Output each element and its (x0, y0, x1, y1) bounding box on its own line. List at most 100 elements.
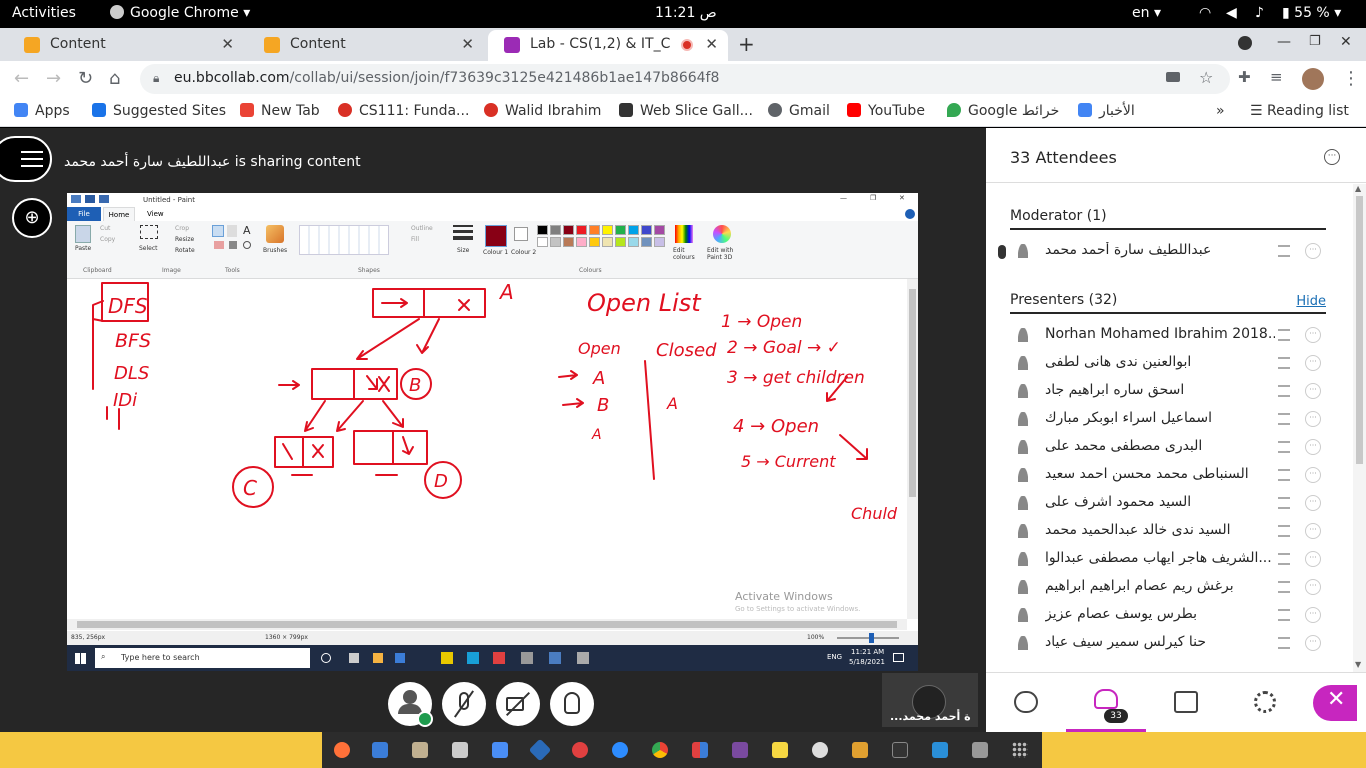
close-window-icon[interactable]: ✕ (1340, 34, 1352, 50)
clock[interactable]: 11:21 ص (655, 5, 717, 21)
attendee-row[interactable]: ابوالعنين ندى هانى لطفى ··· (1010, 350, 1330, 378)
bookmark-cs111[interactable]: CS111: Funda... (338, 103, 469, 119)
notes-icon[interactable] (1278, 581, 1290, 593)
attendee-row[interactable]: اسماعيل اسراء ابوبكر مبارك ··· (1010, 406, 1330, 434)
attendee-more-icon[interactable]: ··· (1305, 495, 1321, 511)
camera-in-use-icon[interactable] (1166, 72, 1180, 82)
panel-scroll-down-icon[interactable]: ▼ (1355, 660, 1361, 669)
camera-toggle-button[interactable] (496, 682, 540, 726)
attendee-row[interactable]: حنا كيرلس سمير سيف عياد ··· (1010, 630, 1330, 658)
new-tab-button[interactable]: + (738, 32, 755, 56)
bookmark-apps[interactable]: Apps (14, 103, 70, 119)
zoom-content-button[interactable]: ⊕ (12, 198, 52, 238)
firefox-icon[interactable] (334, 742, 350, 758)
microphone-icon[interactable]: ♪ (1255, 5, 1264, 21)
notes-icon[interactable] (1278, 329, 1290, 341)
bookmark-new-tab[interactable]: New Tab (240, 103, 320, 119)
bookmark-news[interactable]: الأخبار (1078, 103, 1135, 119)
notes-icon[interactable] (1278, 497, 1290, 509)
bookmark-google-maps[interactable]: Google خرائط (947, 103, 1059, 119)
ide-icon[interactable] (852, 742, 868, 758)
back-arrow-icon[interactable]: ← (14, 68, 29, 89)
attendee-more-icon[interactable]: ··· (1305, 439, 1321, 455)
zoom-app-icon[interactable] (612, 742, 628, 758)
grid-app-icon[interactable] (692, 742, 708, 758)
notes-app-icon[interactable] (772, 742, 788, 758)
notes-icon[interactable] (1278, 469, 1290, 481)
disk-icon[interactable] (972, 742, 988, 758)
input-language[interactable]: en ▾ (1132, 5, 1161, 21)
battery-status[interactable]: ▮ 55 % ▾ (1282, 5, 1341, 21)
attendee-more-icon[interactable]: ··· (1305, 355, 1321, 371)
terminal-icon[interactable] (892, 742, 908, 758)
tab-search-icon[interactable] (1238, 36, 1252, 50)
profile-avatar[interactable] (1302, 68, 1324, 90)
chat-icon[interactable] (1014, 691, 1038, 713)
activities-button[interactable]: Activities (12, 5, 76, 21)
attendee-row[interactable]: السيد محمود اشرف على ··· (1010, 490, 1330, 518)
notes-icon[interactable] (1278, 245, 1290, 257)
bookmark-youtube[interactable]: YouTube (847, 103, 925, 119)
notes-icon[interactable] (1278, 553, 1290, 565)
notes-icon[interactable] (1278, 385, 1290, 397)
hide-presenters-link[interactable]: Hide (1296, 294, 1326, 309)
address-bar[interactable]: 🔒︎ eu.bbcollab.com/collab/ui/session/joi… (140, 64, 1230, 94)
extensions-icon[interactable]: ✚ (1238, 68, 1251, 86)
notes-icon[interactable] (1278, 413, 1290, 425)
media-control-icon[interactable]: ≡ (1270, 68, 1283, 86)
attendee-more-icon[interactable]: ··· (1305, 523, 1321, 539)
forward-arrow-icon[interactable]: → (46, 68, 61, 89)
settings-gear-icon[interactable] (1254, 691, 1276, 713)
panel-scrollbar[interactable]: ▲ ▼ (1353, 184, 1366, 672)
bookmark-walid-ibrahim[interactable]: Walid Ibrahim (484, 103, 601, 119)
attendee-row[interactable]: اسحق ساره ابراهيم جاد ··· (1010, 378, 1330, 406)
lifebuoy-icon[interactable] (572, 742, 588, 758)
docs-icon[interactable] (492, 742, 508, 758)
bookmark-suggested-sites[interactable]: Suggested Sites (92, 103, 226, 119)
attendee-row[interactable]: Norhan Mohamed Ibrahim 2018... ··· (1010, 322, 1330, 350)
notes-icon[interactable] (1278, 525, 1290, 537)
files-icon[interactable] (372, 742, 388, 758)
wifi-icon[interactable]: ◠ (1199, 5, 1211, 21)
vscode-icon[interactable] (932, 742, 948, 758)
home-icon[interactable]: ⌂ (109, 68, 120, 89)
notes-icon[interactable] (1278, 357, 1290, 369)
raise-hand-button[interactable] (550, 682, 594, 726)
show-apps-icon[interactable] (1012, 742, 1028, 758)
notes-icon[interactable] (1278, 609, 1290, 621)
tab-lab-session[interactable]: Lab - CS(1,2) & IT_CS(1) ✕ (488, 30, 728, 61)
app-menu[interactable]: Google Chrome ▾ (110, 5, 250, 21)
reload-icon[interactable]: ↻ (78, 68, 93, 89)
chrome-menu-icon[interactable]: ⋮ (1342, 68, 1360, 89)
text-tool-app-icon[interactable] (732, 742, 748, 758)
panel-scroll-up-icon[interactable]: ▲ (1355, 184, 1361, 193)
attendee-row[interactable]: السيد ندى خالد عبدالحميد محمد ··· (1010, 518, 1330, 546)
bookmark-gmail[interactable]: Gmail (768, 103, 830, 119)
bookmarks-overflow-button[interactable]: » (1216, 103, 1225, 119)
attendees-tab[interactable]: 33 (1066, 673, 1146, 733)
close-tab-icon[interactable]: ✕ (461, 35, 474, 53)
attendee-more-icon[interactable]: ··· (1305, 635, 1321, 651)
attendee-row[interactable]: البدرى مصطفى محمد على ··· (1010, 434, 1330, 462)
close-panel-button[interactable]: ✕ (1313, 685, 1357, 721)
bookmark-star-icon[interactable]: ☆ (1199, 68, 1213, 87)
reading-list-button[interactable]: ☰ Reading list (1250, 103, 1349, 119)
close-tab-icon[interactable]: ✕ (221, 35, 234, 53)
tab-content-1[interactable]: Content ✕ (8, 30, 244, 61)
shared-screen-paint[interactable]: Untitled - Paint — ❐ ✕ File Home View Pa… (67, 193, 918, 671)
attendee-more-icon[interactable]: ··· (1305, 607, 1321, 623)
attendee-row[interactable]: برغش ريم عصام ابراهيم ابراهيم ··· (1010, 574, 1330, 602)
attendee-more-icon[interactable]: ··· (1305, 411, 1321, 427)
notes-icon[interactable] (1278, 637, 1290, 649)
system-settings-icon[interactable] (812, 742, 828, 758)
restore-window-icon[interactable]: ❐ (1309, 34, 1321, 49)
tab-content-2[interactable]: Content ✕ (248, 30, 484, 61)
chrome-dock-icon[interactable] (652, 742, 668, 758)
attendee-row-moderator[interactable]: عبداللطيف سارة أحمد محمد ··· (1010, 238, 1330, 266)
close-tab-icon[interactable]: ✕ (705, 35, 718, 53)
attendee-row[interactable]: بطرس يوسف عصام عزيز ··· (1010, 602, 1330, 630)
bookmark-web-slice-gallery[interactable]: Web Slice Gall... (619, 103, 753, 119)
volume-icon[interactable]: ◀ (1226, 5, 1237, 21)
camera-app-icon[interactable] (452, 742, 468, 758)
panel-scroll-thumb[interactable] (1356, 196, 1363, 464)
